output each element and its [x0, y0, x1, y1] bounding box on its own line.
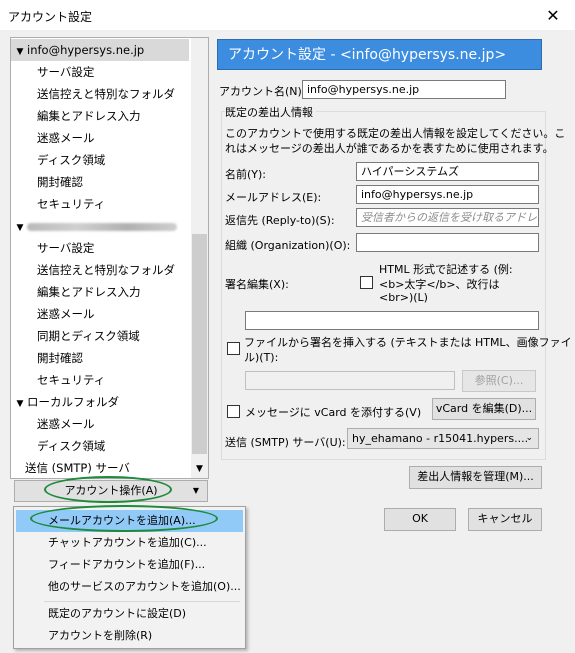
tree-item-disk-space[interactable]: ディスク領域	[37, 435, 105, 457]
menu-separator	[44, 601, 240, 602]
signature-text-input[interactable]	[245, 311, 539, 330]
vcard-checkbox[interactable]	[227, 405, 240, 418]
scroll-down-icon[interactable]: ▼	[191, 461, 208, 478]
tree-item-junk[interactable]: 迷惑メール	[37, 413, 95, 435]
tree-item-junk[interactable]: 迷惑メール	[37, 127, 95, 149]
menu-add-feed-account[interactable]: フィードアカウントを追加(F)...	[16, 554, 243, 576]
identity-description-2: れはメッセージの差出人が誰であるかを表すために使用されます。	[225, 142, 554, 155]
organization-label: 組織 (Organization)(O):	[225, 239, 351, 252]
browse-button[interactable]: 参照(C)...	[462, 370, 536, 392]
account-settings-window: アカウント設定 ✕ ▼ info@hypersys.ne.jp サーバ設定 送信控…	[0, 0, 575, 653]
tree-item-composition[interactable]: 編集とアドレス入力	[37, 105, 141, 127]
ok-button[interactable]: OK	[384, 508, 456, 531]
menu-remove-account[interactable]: アカウントを削除(R)	[16, 625, 243, 647]
account-tree[interactable]: ▼ info@hypersys.ne.jp サーバ設定 送信控えと特別なフォルダ …	[10, 37, 209, 479]
smtp-label: 送信 (SMTP) サーバ(U):	[225, 436, 346, 449]
html-signature-label-2: <b>太字</b>、改行は	[379, 278, 500, 291]
html-signature-label-3: <br>)(L)	[379, 291, 428, 304]
tree-scrollbar[interactable]: ▼	[191, 38, 208, 478]
email-input[interactable]: info@hypersys.ne.jp	[356, 185, 539, 204]
close-icon[interactable]: ✕	[531, 0, 575, 30]
manage-identities-button[interactable]: 差出人情報を管理(M)...	[409, 466, 542, 489]
scrollbar-thumb[interactable]	[192, 234, 207, 454]
tree-item-security[interactable]: セキュリティ	[37, 193, 105, 215]
html-signature-checkbox[interactable]	[360, 276, 373, 289]
name-input[interactable]: ハイパーシステムズ	[356, 162, 539, 181]
tree-account-imap[interactable]: ▼	[11, 215, 177, 237]
chevron-down-icon: ⌄	[525, 433, 533, 443]
smtp-server-value: hy_ehamano - r15041.hypers....	[352, 432, 529, 445]
tree-item-server-settings[interactable]: サーバ設定	[37, 61, 94, 83]
name-label: 名前(Y):	[225, 168, 267, 181]
panel-header: アカウント設定 - <info@hypersys.ne.jp>	[217, 39, 542, 70]
identity-description: このアカウントで使用する既定の差出人情報を設定してください。こ	[225, 127, 566, 140]
tree-account-local-folders[interactable]: ▼ ローカルフォルダ	[11, 391, 119, 413]
chevron-down-icon[interactable]: ▼	[13, 217, 27, 239]
signature-file-input[interactable]	[245, 371, 455, 390]
chevron-down-icon[interactable]: ▼	[13, 41, 27, 63]
tree-item-return-receipts[interactable]: 開封確認	[37, 347, 83, 369]
redacted-account-name	[27, 222, 177, 231]
dropdown-arrow-icon: ▼	[192, 486, 199, 495]
tree-item-junk[interactable]: 迷惑メール	[37, 303, 95, 325]
email-label: メールアドレス(E):	[225, 191, 322, 204]
smtp-server-select[interactable]: hy_ehamano - r15041.hypers.... ⌄	[347, 428, 539, 449]
organization-input[interactable]	[356, 233, 539, 252]
vcard-label: メッセージに vCard を添付する(V)	[245, 406, 422, 419]
identity-group-label: 既定の差出人情報	[225, 104, 316, 120]
tree-item-copies-folders[interactable]: 送信控えと特別なフォルダ	[37, 259, 175, 281]
annotation-oval	[44, 476, 172, 503]
tree-item-security[interactable]: セキュリティ	[37, 369, 105, 391]
account-name-input[interactable]: info@hypersys.ne.jp	[302, 80, 506, 99]
reply-to-label: 返信先 (Reply-to)(S):	[225, 214, 335, 227]
menu-add-other-account[interactable]: 他のサービスのアカウントを追加(O)...	[16, 576, 243, 598]
signature-label: 署名編集(X):	[225, 278, 289, 291]
menu-set-default[interactable]: 既定のアカウントに設定(D)	[16, 603, 243, 625]
tree-item-copies-folders[interactable]: 送信控えと特別なフォルダ	[37, 83, 175, 105]
tree-item-server-settings[interactable]: サーバ設定	[37, 237, 94, 259]
html-signature-label: HTML 形式で記述する (例:	[379, 263, 513, 276]
reply-to-input[interactable]: 受信者からの返信を受け取るアドレス	[356, 208, 539, 227]
account-name-label: アカウント名(N):	[219, 85, 306, 98]
chevron-down-icon[interactable]: ▼	[13, 393, 27, 415]
tree-item-sync-disk[interactable]: 同期とディスク領域	[37, 325, 140, 347]
annotation-oval	[30, 505, 218, 532]
signature-file-label-2: ル)(T):	[244, 351, 279, 364]
tree-item-disk-space[interactable]: ディスク領域	[37, 149, 105, 171]
edit-vcard-button[interactable]: vCard を編集(D)...	[432, 398, 536, 420]
cancel-button[interactable]: キャンセル	[468, 508, 542, 531]
signature-file-checkbox[interactable]	[227, 342, 240, 355]
menu-add-chat-account[interactable]: チャットアカウントを追加(C)...	[16, 532, 243, 554]
tree-item-composition[interactable]: 編集とアドレス入力	[37, 281, 141, 303]
tree-item-return-receipts[interactable]: 開封確認	[37, 171, 83, 193]
title-bar: アカウント設定 ✕	[0, 0, 575, 30]
tree-account-info[interactable]: ▼ info@hypersys.ne.jp	[11, 39, 189, 61]
window-title: アカウント設定	[8, 10, 93, 24]
signature-file-label: ファイルから署名を挿入する (テキストまたは HTML、画像ファイ	[244, 336, 572, 349]
